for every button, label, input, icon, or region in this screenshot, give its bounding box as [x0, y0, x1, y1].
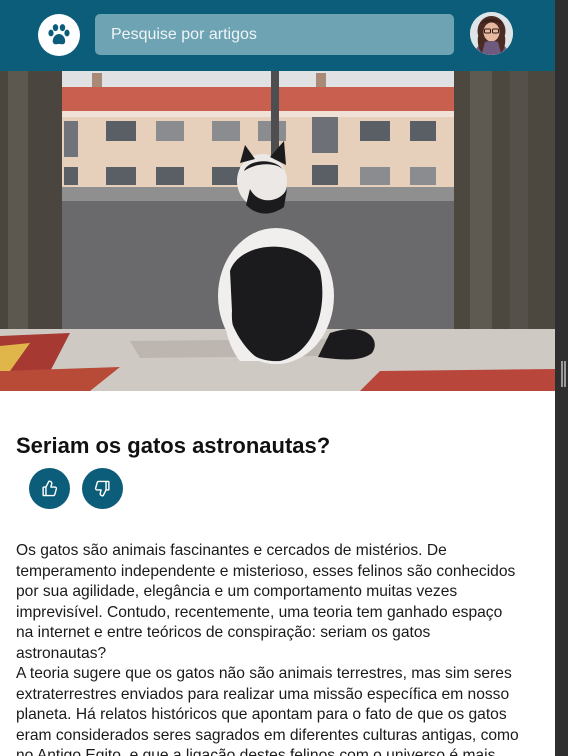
- thumbs-down-icon: [94, 480, 110, 497]
- user-avatar: [470, 12, 513, 55]
- article-paragraph: Os gatos são animais fascinantes e cerca…: [16, 542, 516, 662]
- paw-icon: [48, 24, 70, 45]
- search-input[interactable]: [109, 24, 440, 45]
- article-title: Seriam os gatos astronautas?: [16, 433, 331, 458]
- like-button[interactable]: [29, 468, 70, 509]
- dislike-button[interactable]: [82, 468, 123, 509]
- paw-logo[interactable]: [38, 14, 80, 56]
- app-window: Seriam os gatos astronautas? Os gatos sã…: [0, 0, 555, 756]
- article-body: Os gatos são animais fascinantes e cerca…: [16, 541, 521, 756]
- resize-handle[interactable]: [561, 361, 566, 387]
- top-bar: [0, 0, 555, 71]
- search-bar: [95, 14, 454, 55]
- thumbs-up-icon: [42, 480, 58, 497]
- avatar[interactable]: [470, 12, 513, 55]
- article-paragraph: A teoria sugere que os gatos não são ani…: [16, 665, 519, 756]
- article-hero-image: [0, 71, 555, 391]
